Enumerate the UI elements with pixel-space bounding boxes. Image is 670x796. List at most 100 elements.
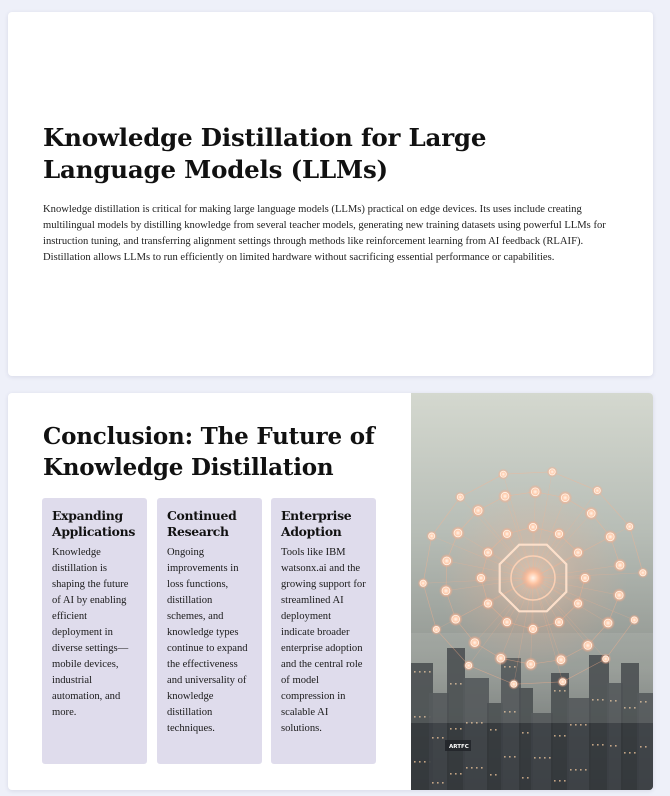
network-node (637, 567, 649, 579)
network-node (481, 596, 495, 610)
building-window (522, 777, 524, 779)
building-window (592, 744, 594, 746)
network-node (546, 466, 558, 478)
building-window (476, 767, 478, 769)
network-node (500, 527, 514, 541)
network-node (571, 596, 585, 610)
network-node (600, 653, 612, 665)
building-window (495, 729, 497, 731)
building-window (460, 773, 462, 775)
building-window (442, 782, 444, 784)
building-window (450, 773, 452, 775)
network-node (526, 520, 540, 534)
network-node (584, 506, 599, 521)
building-window (580, 724, 582, 726)
network-node (553, 652, 568, 667)
card-title: Continued Research (167, 508, 237, 539)
building-window (490, 729, 492, 731)
network-node (497, 468, 509, 480)
building-window (450, 728, 452, 730)
building-window (570, 769, 572, 771)
building-window (509, 756, 511, 758)
building-window (481, 767, 483, 769)
building-window (424, 761, 426, 763)
building-window (640, 746, 642, 748)
network-node (438, 583, 453, 598)
network-node (557, 676, 569, 688)
slide-title: Knowledge Distillation for Large Languag… (43, 123, 487, 184)
card-title: Expanding Applications (52, 508, 136, 539)
network-node (471, 503, 486, 518)
building-window (414, 761, 416, 763)
building-window (419, 761, 421, 763)
building-window (580, 769, 582, 771)
building-window (575, 769, 577, 771)
network-node (613, 558, 628, 573)
network-node (474, 571, 488, 585)
network-node (426, 530, 438, 542)
building-window (527, 732, 529, 734)
network-node (624, 521, 636, 533)
building-window (490, 774, 492, 776)
network-node (454, 491, 466, 503)
building-window (610, 745, 612, 747)
slide-conclusion: Conclusion: The Future of Knowledge Dist… (8, 393, 653, 790)
network-node (591, 485, 603, 497)
network-node (493, 651, 508, 666)
card-body: Ongoing improvements in loss functions, … (167, 547, 248, 734)
building-window (554, 735, 556, 737)
building-window (564, 780, 566, 782)
building-window (575, 724, 577, 726)
building-window (559, 735, 561, 737)
building-window (432, 737, 434, 739)
building-window (539, 757, 541, 759)
building-window (432, 782, 434, 784)
building-window (437, 737, 439, 739)
network-node (628, 614, 640, 626)
network-node (601, 616, 616, 631)
network-node (571, 546, 585, 560)
building-window (455, 773, 457, 775)
card-expanding-applications: Expanding Applications Knowledge distill… (42, 498, 147, 764)
neural-network-city-image: ARTFC (411, 393, 653, 790)
building-window (442, 737, 444, 739)
building-window (564, 735, 566, 737)
network-node (558, 490, 573, 505)
network-node (417, 577, 429, 589)
network-node (448, 612, 463, 627)
network-node (578, 571, 592, 585)
building-window (634, 752, 636, 754)
network-node (603, 529, 618, 544)
network-node (528, 484, 543, 499)
building (531, 713, 553, 790)
card-title: Enterprise Adoption (281, 508, 352, 539)
network-node (467, 635, 482, 650)
network-node (552, 615, 566, 629)
building-window (466, 767, 468, 769)
network-node (450, 525, 465, 540)
building-window (597, 744, 599, 746)
building-window (585, 769, 587, 771)
building-window (455, 728, 457, 730)
building-window (471, 767, 473, 769)
building-window (544, 757, 546, 759)
building-window (559, 780, 561, 782)
card-enterprise-adoption: Enterprise Adoption Tools like IBM watso… (271, 498, 376, 764)
network-node (552, 527, 566, 541)
network-node (498, 489, 513, 504)
core-node (521, 566, 545, 590)
network-node (430, 623, 442, 635)
building-window (522, 732, 524, 734)
network-node (612, 588, 627, 603)
card-body: Tools like IBM watsonx.ai and the growin… (281, 547, 366, 734)
network-node (526, 622, 540, 636)
card-body: Knowledge distillation is shaping the fu… (52, 547, 129, 718)
building-window (645, 746, 647, 748)
building-window (514, 756, 516, 758)
building-window (554, 780, 556, 782)
building-window (624, 752, 626, 754)
building-window (504, 756, 506, 758)
building-window (534, 757, 536, 759)
building-window (629, 752, 631, 754)
card-continued-research: Continued Research Ongoing improvements … (157, 498, 262, 764)
